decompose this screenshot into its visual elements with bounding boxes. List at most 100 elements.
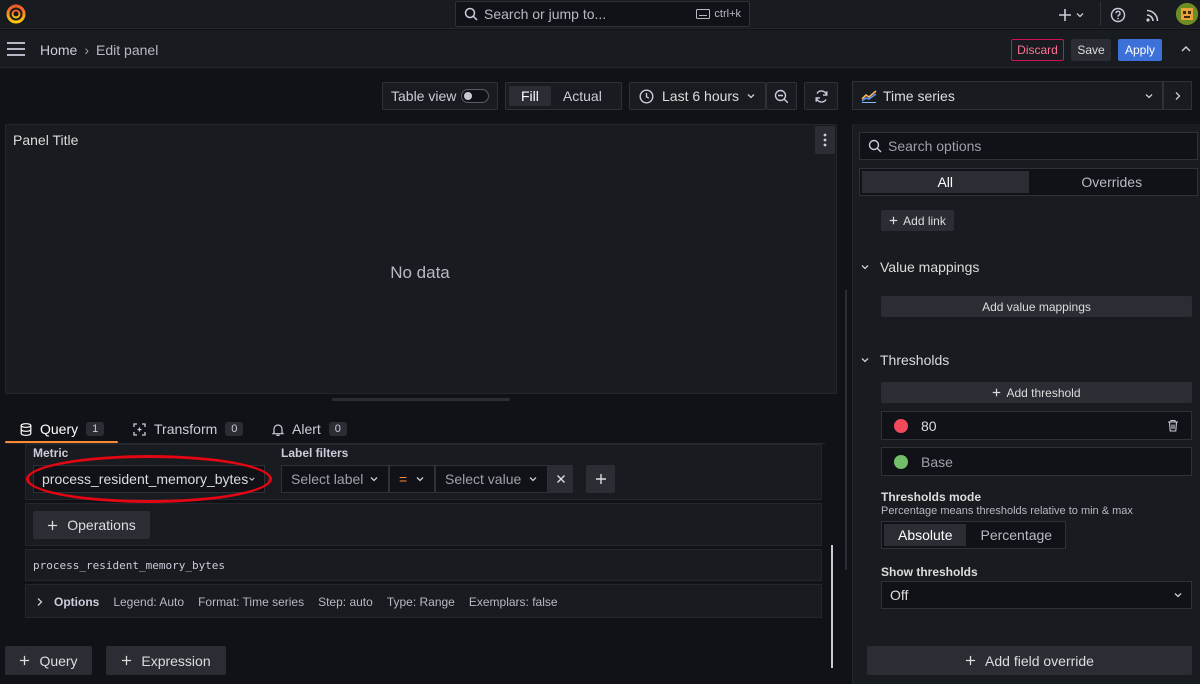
hamburger-menu-icon[interactable] (6, 41, 26, 57)
threshold-row-base[interactable]: Base (881, 447, 1192, 476)
options-format: Format: Time series (198, 595, 305, 609)
tab-transform-count: 0 (225, 422, 244, 436)
chevron-down-icon (861, 358, 869, 363)
options-label: Options (54, 595, 100, 609)
database-icon (20, 422, 32, 436)
options-type: Type: Range (386, 595, 455, 609)
select-value-dropdown[interactable]: Select value (435, 465, 548, 493)
add-query-button[interactable]: Query (5, 646, 92, 675)
chevron-down-icon (529, 477, 537, 482)
threshold-color-swatch[interactable] (894, 418, 908, 433)
threshold-row[interactable]: 80 (881, 411, 1192, 440)
visualization-name: Time series (883, 87, 955, 104)
select-label-dropdown[interactable]: Select label (281, 465, 389, 493)
new-menu-button[interactable] (1058, 5, 1086, 25)
operations-button[interactable]: Operations (33, 511, 150, 539)
percentage-option[interactable]: Percentage (966, 524, 1066, 546)
remove-filter-button[interactable] (548, 465, 573, 493)
query-scrollbar[interactable] (831, 545, 833, 668)
global-search-input[interactable]: Search or jump to... ctrl+k (455, 1, 750, 27)
search-icon (464, 7, 478, 21)
plus-icon (993, 388, 1001, 397)
options-step: Step: auto (318, 595, 373, 609)
panel-menu-button[interactable] (815, 126, 835, 154)
panel-preview (5, 124, 837, 394)
add-link-button[interactable]: Add link (881, 210, 954, 231)
keyboard-icon (696, 9, 711, 19)
close-icon (556, 475, 565, 483)
zoom-out-button[interactable] (766, 82, 797, 110)
query-options-summary[interactable]: Options Legend: Auto Format: Time series… (36, 595, 572, 609)
select-label-placeholder: Select label (291, 471, 364, 487)
panel-title: Panel Title (13, 132, 79, 148)
chevron-right-icon (1175, 91, 1180, 100)
news-rss-icon[interactable] (1145, 5, 1165, 25)
chevron-down-icon (747, 94, 755, 99)
transform-icon (133, 422, 146, 436)
breadcrumb: Home › Edit panel (40, 40, 158, 60)
thresholds-section-header[interactable]: Thresholds (860, 352, 949, 368)
help-icon[interactable] (1110, 5, 1130, 25)
raw-query-text: process_resident_memory_bytes (33, 559, 226, 572)
clock-icon (639, 88, 654, 104)
plus-icon (1059, 9, 1071, 21)
discard-button[interactable]: Discard (1011, 39, 1064, 61)
add-filter-button[interactable] (586, 465, 615, 493)
refresh-button[interactable] (804, 82, 838, 110)
divider (1100, 2, 1101, 26)
search-options-placeholder: Search options (888, 138, 982, 154)
options-legend: Legend: Auto (113, 595, 185, 609)
threshold-value: Base (921, 453, 953, 470)
plus-icon (595, 474, 606, 484)
chevron-up-icon[interactable] (1178, 41, 1194, 57)
add-field-override-label: Add field override (985, 652, 1094, 669)
chevron-down-icon (249, 477, 255, 481)
tab-query[interactable]: Query 1 (20, 419, 105, 439)
trash-icon[interactable] (1167, 419, 1179, 432)
add-expression-button[interactable]: Expression (106, 646, 226, 675)
add-threshold-button[interactable]: Add threshold (881, 382, 1192, 403)
actual-option[interactable]: Actual (551, 86, 614, 106)
search-options-input[interactable]: Search options (859, 132, 1198, 160)
grafana-logo-icon[interactable] (5, 3, 27, 25)
fill-option[interactable]: Fill (509, 86, 551, 106)
save-button[interactable]: Save (1071, 39, 1111, 61)
add-value-mappings-button[interactable]: Add value mappings (881, 296, 1192, 317)
select-value-placeholder: Select value (445, 471, 522, 487)
threshold-value[interactable]: 80 (921, 418, 1167, 434)
table-view-switch[interactable] (461, 89, 489, 103)
visualization-picker[interactable]: Time series (852, 81, 1163, 110)
metric-select-value: process_resident_memory_bytes (42, 471, 249, 487)
operator-dropdown[interactable]: = (389, 465, 435, 493)
add-expression-label: Expression (141, 652, 211, 669)
value-mappings-title: Value mappings (880, 259, 980, 275)
breadcrumb-home-link[interactable]: Home (40, 42, 77, 58)
chevron-right-icon (37, 598, 43, 606)
tab-transform[interactable]: Transform 0 (133, 419, 244, 439)
chevron-down-icon (1145, 93, 1153, 98)
collapse-options-button[interactable] (1163, 81, 1192, 110)
threshold-color-swatch[interactable] (894, 454, 908, 469)
breadcrumb-current: Edit panel (96, 42, 159, 58)
pane-resize-handle[interactable] (332, 398, 510, 401)
absolute-option[interactable]: Absolute (884, 524, 967, 546)
refresh-icon (815, 89, 827, 103)
apply-button[interactable]: Apply (1118, 39, 1162, 61)
add-field-override-button[interactable]: Add field override (867, 646, 1192, 675)
time-range-picker[interactable]: Last 6 hours (629, 82, 766, 110)
tab-all[interactable]: All (862, 171, 1029, 193)
chevron-down-icon (861, 265, 869, 270)
show-thresholds-select[interactable]: Off (881, 581, 1192, 609)
value-mappings-section-header[interactable]: Value mappings (860, 259, 979, 275)
show-thresholds-label: Show thresholds (881, 565, 978, 579)
tab-overrides[interactable]: Overrides (1029, 171, 1196, 193)
vertical-splitter[interactable] (845, 290, 847, 570)
user-avatar[interactable] (1176, 3, 1198, 25)
tab-alert[interactable]: Alert 0 (272, 419, 347, 439)
tab-query-label: Query (40, 421, 79, 437)
metric-select[interactable]: process_resident_memory_bytes (33, 465, 265, 493)
add-threshold-label: Add threshold (1006, 385, 1081, 400)
table-view-toggle[interactable]: Table view (382, 82, 498, 110)
label-filters-label: Label filters (281, 446, 349, 460)
search-placeholder: Search or jump to... (484, 6, 607, 22)
